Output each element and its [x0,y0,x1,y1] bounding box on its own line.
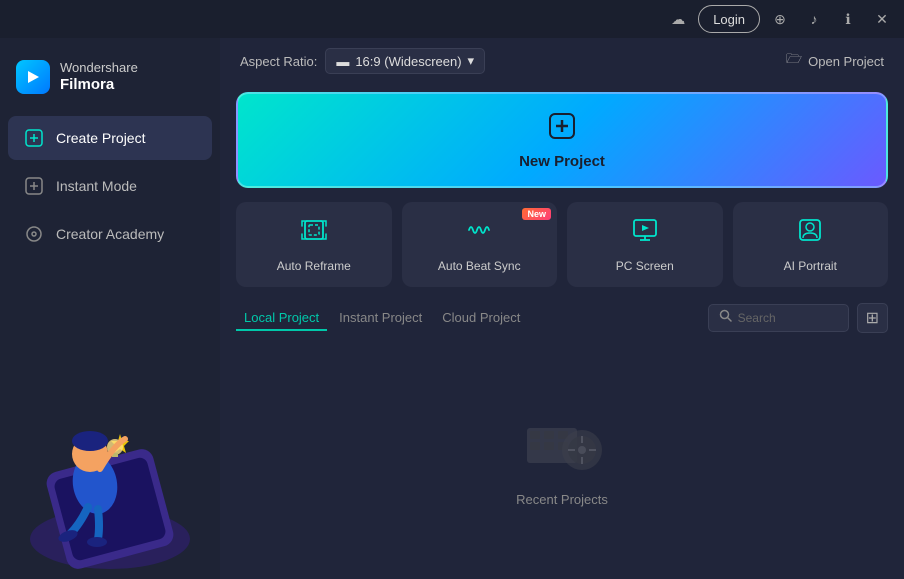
auto-reframe-label: Auto Reframe [277,259,351,273]
pc-screen-icon [631,216,659,251]
title-bar: ☁ Login ⊕ ♪ ℹ ✕ [0,0,904,38]
quick-action-auto-beat-sync[interactable]: New Auto Beat Sync [402,202,558,287]
projects-section: Local Project Instant Project Cloud Proj… [220,293,904,579]
bell-icon: ♪ [811,11,818,27]
monitor-icon: ▬ [336,54,349,69]
info-button[interactable]: ℹ [834,5,862,33]
auto-reframe-icon [300,216,328,251]
logo-text: Wondershare Filmora [60,60,138,94]
ai-portrait-label: AI Portrait [784,259,837,273]
close-icon: ✕ [876,11,888,28]
creator-academy-label: Creator Academy [56,226,164,242]
project-tabs: Local Project Instant Project Cloud Proj… [236,306,528,331]
sidebar-item-creator-academy[interactable]: Creator Academy [8,212,212,256]
ai-portrait-icon [796,216,824,251]
product-name: Filmora [60,76,138,94]
folder-icon: 🗁 [786,50,802,72]
download-icon: ⊕ [774,11,786,28]
cloud-icon: ☁ [671,11,685,28]
empty-state: Recent Projects [236,345,888,569]
projects-header: Local Project Instant Project Cloud Proj… [236,303,888,333]
search-input[interactable] [738,311,838,325]
quick-action-auto-reframe[interactable]: Auto Reframe [236,202,392,287]
sidebar-item-instant-mode[interactable]: Instant Mode [8,164,212,208]
quick-action-pc-screen[interactable]: PC Screen [567,202,723,287]
instant-mode-label: Instant Mode [56,178,137,194]
aspect-ratio-value: 16:9 (Widescreen) [355,54,461,69]
auto-beat-sync-label: Auto Beat Sync [438,259,521,273]
grid-toggle-button[interactable]: ⊞ [857,303,888,333]
close-button[interactable]: ✕ [868,5,896,33]
open-project-label: Open Project [808,54,884,69]
tab-cloud-project[interactable]: Cloud Project [434,306,528,331]
main-layout: Wondershare Filmora Create Project [0,38,904,579]
aspect-ratio-dropdown[interactable]: ▬ 16:9 (Widescreen) ▾ [325,48,485,74]
quick-action-ai-portrait[interactable]: AI Portrait [733,202,889,287]
quick-actions-grid: Auto Reframe New Auto Beat Sync [220,196,904,293]
new-project-banner[interactable]: New Project [236,92,888,188]
auto-beat-sync-icon [465,216,493,251]
projects-tools: ⊞ [708,303,888,333]
new-badge: New [522,208,551,220]
film-reel-icon [522,408,602,478]
aspect-ratio-group: Aspect Ratio: ▬ 16:9 (Widescreen) ▾ [240,48,485,74]
cloud-button[interactable]: ☁ [664,5,692,33]
new-project-label: New Project [519,153,605,170]
login-button[interactable]: Login [698,5,760,33]
grid-icon: ⊞ [866,310,879,327]
content-topbar: Aspect Ratio: ▬ 16:9 (Widescreen) ▾ 🗁 Op… [220,38,904,84]
creator-academy-icon [24,224,44,244]
instant-mode-icon [24,176,44,196]
sidebar-item-create-project[interactable]: Create Project [8,116,212,160]
chevron-down-icon: ▾ [468,53,475,69]
search-icon [719,309,732,327]
info-icon: ℹ [845,11,850,28]
pc-screen-label: PC Screen [616,259,674,273]
logo-icon [16,60,50,94]
empty-state-label: Recent Projects [516,492,608,507]
open-project-button[interactable]: 🗁 Open Project [786,50,884,72]
logo: Wondershare Filmora [0,48,220,114]
tab-local-project[interactable]: Local Project [236,306,327,331]
content-area: Aspect Ratio: ▬ 16:9 (Widescreen) ▾ 🗁 Op… [220,38,904,579]
new-project-icon [546,110,578,149]
download-button[interactable]: ⊕ [766,5,794,33]
search-box [708,304,849,332]
sidebar-illustration [0,379,220,579]
brand-name: Wondershare [60,60,138,76]
create-project-icon [24,128,44,148]
aspect-ratio-label: Aspect Ratio: [240,54,317,69]
create-project-label: Create Project [56,130,145,146]
sidebar: Wondershare Filmora Create Project [0,38,220,579]
login-label: Login [713,12,745,27]
bell-button[interactable]: ♪ [800,5,828,33]
tab-instant-project[interactable]: Instant Project [331,306,430,331]
